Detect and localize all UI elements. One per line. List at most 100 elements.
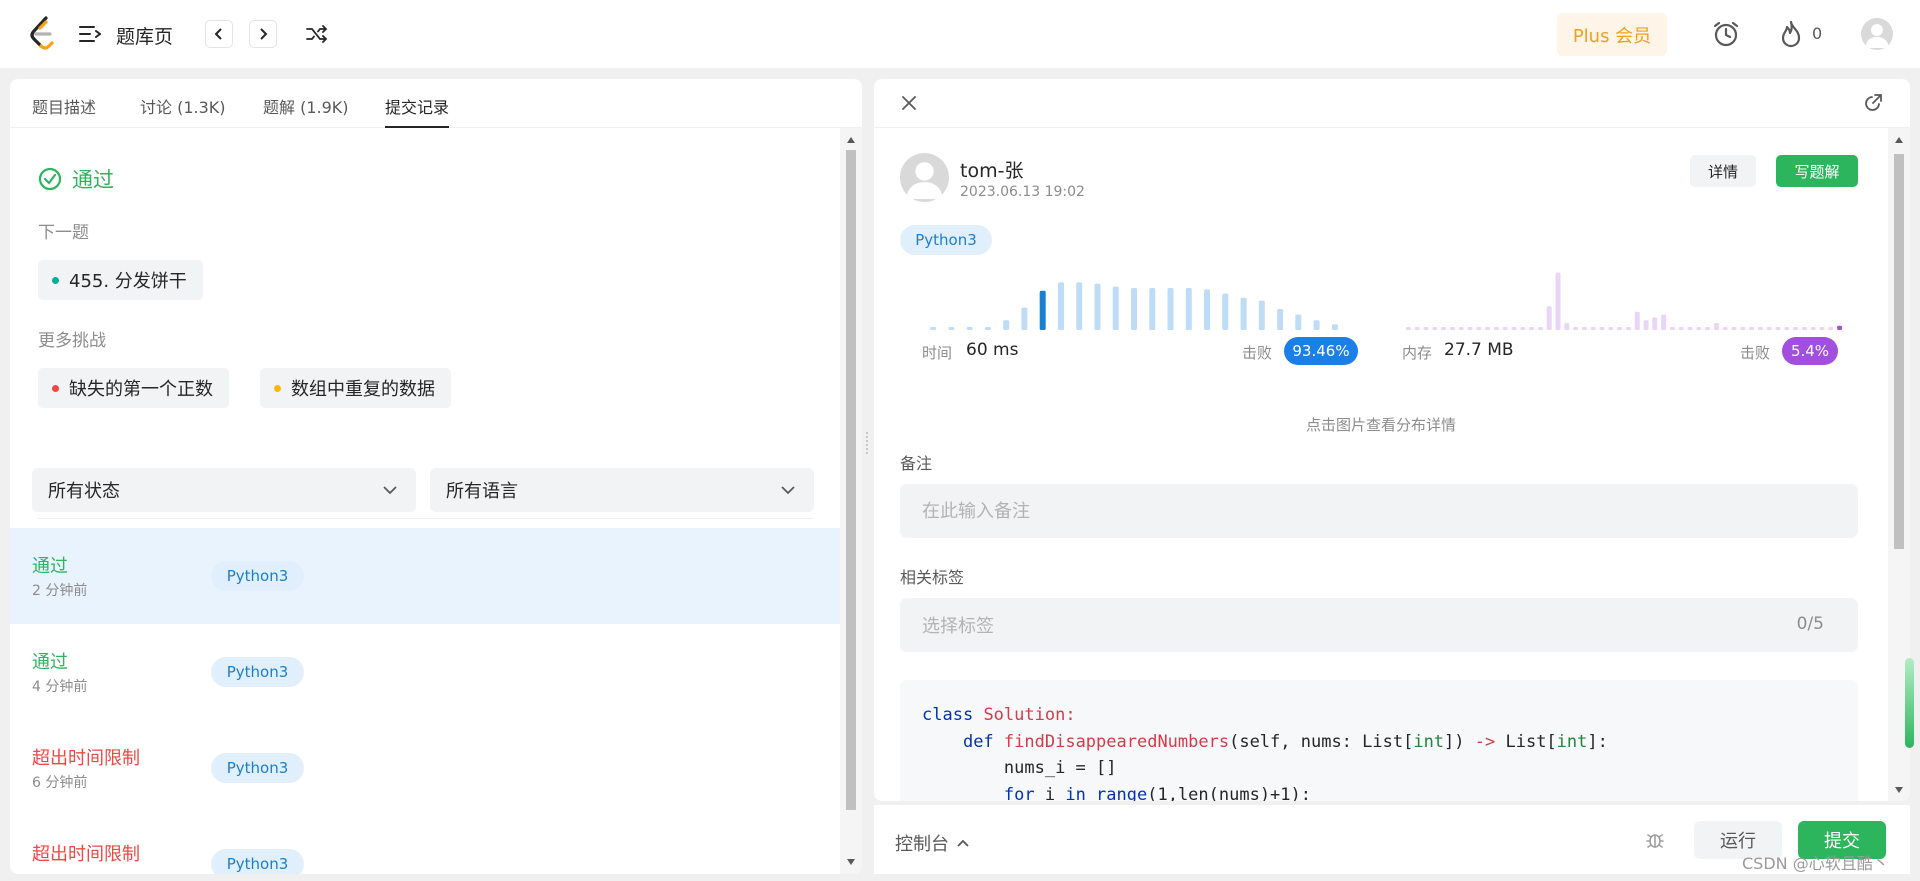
next-problem-button[interactable] — [249, 20, 277, 48]
histogram-bar — [1784, 327, 1790, 330]
user-avatar[interactable] — [1861, 18, 1893, 50]
histogram-bar — [1058, 282, 1064, 330]
submission-date: 2023.06.13 19:02 — [960, 184, 1085, 200]
fire-streak-icon[interactable] — [1778, 19, 1804, 49]
submitter-avatar[interactable] — [900, 153, 949, 202]
scroll-down-icon[interactable] — [846, 858, 856, 866]
problem-list-title[interactable]: 题库页 — [116, 22, 173, 49]
prev-problem-button[interactable] — [205, 20, 233, 48]
next-problem-title: 455. 分发饼干 — [69, 271, 187, 292]
submission-row[interactable]: 通过 2 分钟前 Python3 — [10, 528, 840, 624]
histogram-bar — [1149, 288, 1156, 330]
submitter-name[interactable]: tom-张 — [960, 156, 1023, 183]
histogram-bar — [1731, 327, 1737, 330]
histogram-bar — [1652, 317, 1658, 330]
memory-distribution-chart[interactable] — [1404, 260, 1844, 330]
histogram-bar — [1313, 320, 1320, 330]
histogram-bar — [1295, 314, 1302, 330]
histogram-bar — [1643, 320, 1649, 330]
challenge-title: 数组中重复的数据 — [291, 379, 435, 400]
top-navbar: 题库页 Plus 会员 0 — [0, 0, 1920, 68]
divider — [38, 518, 813, 519]
left-scrollbar[interactable] — [840, 128, 862, 874]
submission-status: 超出时间限制 — [32, 844, 140, 865]
problem-tabs: 题目描述 讨论 (1.3K) 题解 (1.9K) 提交记录 — [10, 79, 862, 128]
right-scrollbar-thumb[interactable] — [1894, 154, 1904, 549]
console-toggle[interactable]: 控制台 — [895, 830, 969, 856]
note-input[interactable] — [900, 484, 1858, 538]
histogram-bar — [1331, 324, 1338, 330]
runtime-distribution-chart[interactable] — [924, 260, 1344, 330]
runtime-value: 60 ms — [966, 340, 1019, 360]
chevron-left-icon — [214, 28, 222, 40]
histogram-bar — [1705, 327, 1711, 330]
histogram-bar — [1722, 327, 1728, 330]
code-token: range — [1085, 784, 1148, 802]
histogram-bar — [1713, 323, 1719, 330]
more-challenges-label: 更多挑战 — [38, 331, 106, 351]
status-filter-select[interactable]: 所有状态 — [32, 468, 416, 512]
histogram-bar — [1625, 327, 1631, 330]
csdn-watermark: CSDN @心软且酷丶 — [1742, 854, 1889, 873]
submission-row[interactable]: 超出时间限制 6 分钟前 Python3 — [10, 720, 840, 816]
histogram-bar — [1617, 327, 1623, 330]
difficulty-hard-dot — [52, 384, 59, 392]
debug-bug-icon[interactable] — [1644, 829, 1666, 851]
code-block[interactable]: class Solution: def findDisappearedNumbe… — [900, 680, 1858, 801]
tab-submissions[interactable]: 提交记录 — [385, 94, 450, 128]
submission-language: Python3 — [211, 657, 304, 687]
histogram-bar — [1555, 272, 1561, 330]
histogram-bar — [1449, 327, 1455, 330]
console-label: 控制台 — [895, 834, 949, 855]
code-token: nums_i = [] — [1003, 758, 1117, 778]
submission-language: Python3 — [211, 753, 304, 783]
histogram-bar — [1423, 327, 1429, 330]
write-solution-button[interactable]: 写题解 — [1776, 155, 1858, 187]
histogram-bar — [1021, 307, 1028, 330]
histogram-bar — [1669, 327, 1675, 330]
code-token: List[ — [1495, 731, 1557, 752]
challenge-title: 缺失的第一个正数 — [69, 379, 213, 400]
left-scrollbar-thumb[interactable] — [846, 150, 856, 810]
histogram-bar — [1678, 327, 1684, 330]
next-problem-chip[interactable]: 455. 分发饼干 — [38, 260, 203, 300]
shuffle-icon[interactable] — [304, 22, 330, 46]
problem-list-icon[interactable] — [78, 22, 102, 46]
scroll-up-icon[interactable] — [846, 136, 856, 144]
histogram-bar — [930, 327, 937, 330]
close-icon[interactable] — [900, 94, 918, 112]
memory-beat-label: 击败 — [1740, 344, 1771, 362]
tab-discussion[interactable]: 讨论 (1.3K) — [140, 94, 226, 128]
panel-resize-handle[interactable] — [866, 432, 869, 454]
code-token: int — [1413, 731, 1445, 752]
plus-member-button[interactable]: Plus 会员 — [1557, 13, 1667, 56]
histogram-bar — [1819, 327, 1825, 330]
histogram-bar — [1094, 283, 1101, 330]
open-external-icon[interactable] — [1864, 94, 1882, 112]
user-avatar-icon — [906, 162, 943, 199]
language-filter-select[interactable]: 所有语言 — [430, 468, 814, 512]
tags-select[interactable]: 选择标签 0/5 — [900, 598, 1858, 652]
detail-button[interactable]: 详情 — [1690, 155, 1756, 187]
difficulty-medium-dot — [274, 384, 281, 392]
histogram-bar — [1405, 327, 1411, 330]
alarm-clock-icon[interactable] — [1711, 19, 1741, 49]
submission-time: 6 分钟前 — [32, 775, 88, 791]
tab-description[interactable]: 题目描述 — [32, 94, 96, 128]
tab-solutions[interactable]: 题解 (1.9K) — [263, 94, 349, 128]
scroll-down-icon[interactable] — [1894, 786, 1904, 794]
left-panel: 题目描述 讨论 (1.3K) 题解 (1.9K) 提交记录 通过 下一题 455… — [10, 79, 862, 874]
memory-value: 27.7 MB — [1444, 340, 1514, 360]
tags-placeholder: 选择标签 — [922, 616, 994, 637]
leetcode-logo-icon[interactable] — [28, 16, 58, 52]
challenge-chip-1[interactable]: 缺失的第一个正数 — [38, 368, 229, 408]
submission-time: 4 分钟前 — [32, 679, 88, 695]
submission-row[interactable]: 超出时间限制 Python3 — [10, 816, 840, 874]
histogram-bar — [1757, 327, 1763, 330]
scroll-up-icon[interactable] — [1894, 136, 1904, 144]
accepted-header: 通过 — [38, 164, 114, 194]
submission-row[interactable]: 通过 4 分钟前 Python3 — [10, 624, 840, 720]
histogram-bar — [1167, 288, 1174, 330]
chevron-up-icon — [957, 839, 969, 847]
challenge-chip-2[interactable]: 数组中重复的数据 — [260, 368, 451, 408]
